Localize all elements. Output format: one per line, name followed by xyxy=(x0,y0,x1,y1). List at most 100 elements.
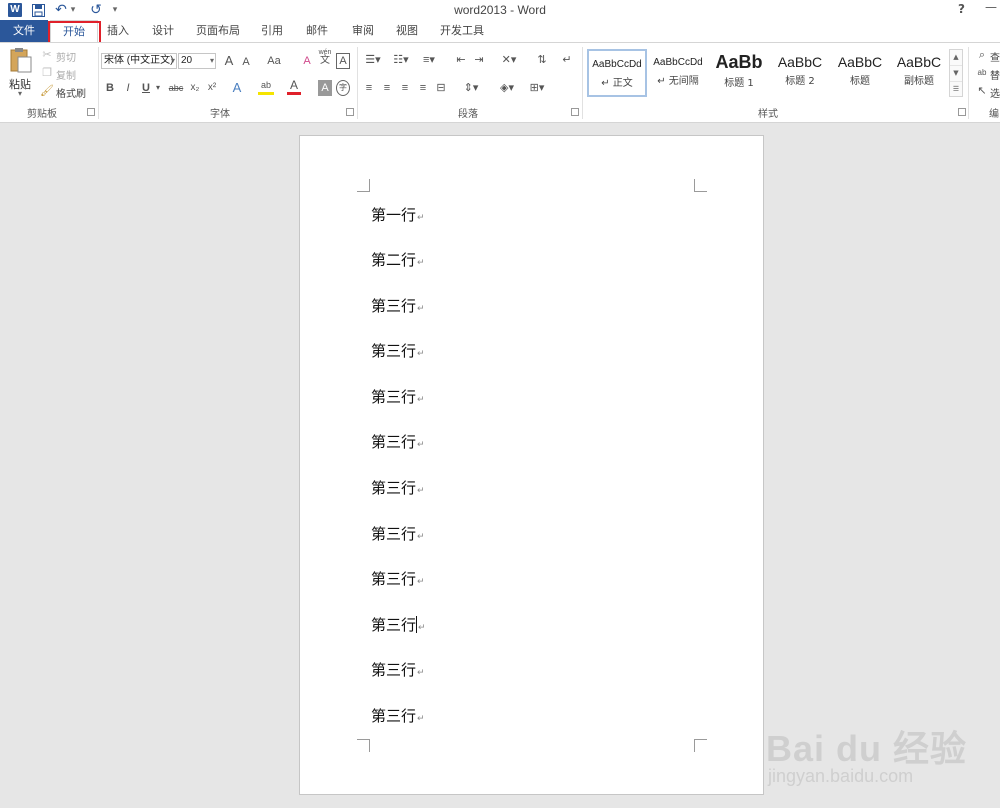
bold-button[interactable]: B xyxy=(104,80,116,96)
font-color-icon[interactable]: A xyxy=(287,79,301,95)
find-icon[interactable]: ⌕ xyxy=(976,47,988,63)
tab-mailings[interactable]: 邮件 xyxy=(298,20,336,42)
help-button[interactable]: ? xyxy=(958,2,965,16)
paragraph-group-label: 段落 xyxy=(458,109,478,120)
tab-view[interactable]: 视图 xyxy=(388,20,426,42)
decrease-indent-icon[interactable]: ⇤ xyxy=(454,52,468,68)
multilevel-list-icon[interactable]: ≡▾ xyxy=(418,52,440,68)
change-case-icon[interactable]: Aa xyxy=(262,53,286,69)
paste-icon[interactable] xyxy=(10,47,32,73)
select-icon[interactable]: ↖ xyxy=(976,83,988,99)
styles-launcher-icon[interactable] xyxy=(958,108,966,116)
gallery-down-icon[interactable]: ▼ xyxy=(950,66,962,82)
ribbon-display-options-button[interactable]: — xyxy=(985,0,997,14)
select-button[interactable]: 选 xyxy=(990,85,1000,100)
style-title[interactable]: AaBbC 标题 xyxy=(830,49,890,97)
gallery-up-icon[interactable]: ▲ xyxy=(950,50,962,66)
clear-formatting-icon[interactable]: A xyxy=(300,53,314,69)
document-line[interactable]: 第三行↵ xyxy=(371,386,425,408)
underline-dropdown-icon[interactable]: ▾ xyxy=(154,80,162,96)
group-divider xyxy=(582,47,583,119)
character-border-icon[interactable]: A xyxy=(336,53,350,69)
watermark-site: jingyan.baidu.com xyxy=(768,766,914,786)
grow-font-icon[interactable]: A xyxy=(222,53,236,69)
document-line[interactable]: 第三行↵ xyxy=(371,705,425,727)
style-heading-2[interactable]: AaBbC 标题 2 xyxy=(770,49,830,97)
replace-button[interactable]: 替 xyxy=(990,67,1000,82)
baidu-jingyan-watermark: Bai du 经验 jingyan.baidu.com xyxy=(766,700,996,800)
align-left-icon[interactable]: ≡ xyxy=(362,80,376,96)
superscript-button[interactable]: x² xyxy=(205,80,219,96)
document-line[interactable]: 第三行↵ xyxy=(371,568,425,590)
tab-references[interactable]: 引用 xyxy=(254,20,290,42)
sort-icon[interactable]: ⇅ xyxy=(534,52,550,68)
font-name-combo[interactable]: 宋体 (中文正文) ▾ xyxy=(101,53,177,69)
copy-icon[interactable]: ❐ xyxy=(40,65,54,81)
strikethrough-button[interactable]: abc xyxy=(166,80,186,96)
shading-icon[interactable]: ◈▾ xyxy=(496,80,518,96)
font-size-combo[interactable]: 20 ▾ xyxy=(178,53,216,69)
document-line[interactable]: 第二行↵ xyxy=(371,249,425,271)
cut-button[interactable]: 剪切 xyxy=(56,49,76,64)
line-spacing-icon[interactable]: ⇕▾ xyxy=(460,80,482,96)
title-bar: W ↶ ▾ ↺ ▾ word2013 - Word ? — xyxy=(0,0,1000,20)
chinese-layout-icon[interactable]: ✕▾ xyxy=(498,52,520,68)
tab-page-layout[interactable]: 页面布局 xyxy=(190,20,246,42)
document-line[interactable]: 第三行↵ xyxy=(371,340,425,362)
style-heading-1[interactable]: AaBb 标题 1 xyxy=(709,49,769,97)
shrink-font-icon[interactable]: A xyxy=(240,54,252,70)
style-no-spacing[interactable]: AaBbCcDd ↵ 无间隔 xyxy=(648,49,708,97)
enclose-characters-icon[interactable]: 字 xyxy=(336,80,350,96)
document-line[interactable]: 第三行↵ xyxy=(371,477,425,499)
highlight-color-icon[interactable]: ab xyxy=(258,79,274,95)
tab-review[interactable]: 审阅 xyxy=(344,20,382,42)
font-launcher-icon[interactable] xyxy=(346,108,354,116)
align-right-icon[interactable]: ≡ xyxy=(398,80,412,96)
find-button[interactable]: 查 xyxy=(990,49,1000,64)
style-subtitle[interactable]: AaBbC 副标题 xyxy=(889,49,949,97)
watermark-logo: Bai du 经验 xyxy=(766,728,968,769)
show-formatting-marks-icon[interactable]: ↵ xyxy=(560,52,574,68)
document-line[interactable]: 第三行↵ xyxy=(371,523,425,545)
document-page[interactable]: 第一行↵ 第二行↵ 第三行↵ 第三行↵ 第三行↵ 第三行↵ 第三行↵ 第三行↵ … xyxy=(299,135,764,795)
clipboard-launcher-icon[interactable] xyxy=(87,108,95,116)
justify-icon[interactable]: ≡ xyxy=(416,80,430,96)
numbering-icon[interactable]: ☷▾ xyxy=(390,52,412,68)
group-divider xyxy=(968,47,969,119)
window-title: word2013 - Word xyxy=(454,3,546,17)
editing-group-label: 编 xyxy=(989,109,999,120)
style-normal[interactable]: AaBbCcDd ↵ 正文 xyxy=(587,49,647,97)
paste-dropdown-icon[interactable]: ▾ xyxy=(18,89,22,98)
subscript-button[interactable]: x₂ xyxy=(188,80,202,96)
increase-indent-icon[interactable]: ⇥ xyxy=(472,52,486,68)
italic-button[interactable]: I xyxy=(122,80,134,96)
borders-icon[interactable]: ⊞▾ xyxy=(526,80,548,96)
paragraph-launcher-icon[interactable] xyxy=(571,108,579,116)
phonetic-guide-icon[interactable]: wén 文 xyxy=(318,49,332,66)
document-line[interactable]: 第一行↵ xyxy=(371,204,425,226)
gallery-more-icon[interactable]: ☰ xyxy=(950,82,962,97)
document-line[interactable]: 第三行↵ xyxy=(371,431,425,453)
bullets-icon[interactable]: ☰▾ xyxy=(362,52,384,68)
distributed-icon[interactable]: ⊟ xyxy=(434,80,448,96)
tab-design[interactable]: 设计 xyxy=(144,20,182,42)
format-painter-button[interactable]: 格式刷 xyxy=(56,85,86,100)
styles-gallery-scroll[interactable]: ▲ ▼ ☰ xyxy=(949,49,963,97)
document-line[interactable]: 第三行↵ xyxy=(371,295,425,317)
document-line[interactable]: 第三行↵ xyxy=(371,614,426,636)
document-line[interactable]: 第三行↵ xyxy=(371,659,425,681)
tab-developer[interactable]: 开发工具 xyxy=(434,20,490,42)
copy-button[interactable]: 复制 xyxy=(56,67,76,82)
font-group-label: 字体 xyxy=(210,109,230,120)
tab-file[interactable]: 文件 xyxy=(0,20,48,42)
text-caret xyxy=(416,616,418,633)
character-shading-icon[interactable]: A xyxy=(318,80,332,96)
text-effects-icon[interactable]: A xyxy=(230,80,244,96)
align-center-icon[interactable]: ≡ xyxy=(380,80,394,96)
cut-icon[interactable]: ✂ xyxy=(40,47,54,63)
group-divider xyxy=(98,47,99,119)
tab-insert[interactable]: 插入 xyxy=(100,20,136,42)
replace-icon[interactable]: ab xyxy=(976,65,988,81)
format-painter-icon[interactable]: 🖌 xyxy=(40,83,54,99)
underline-button[interactable]: U xyxy=(140,80,152,96)
